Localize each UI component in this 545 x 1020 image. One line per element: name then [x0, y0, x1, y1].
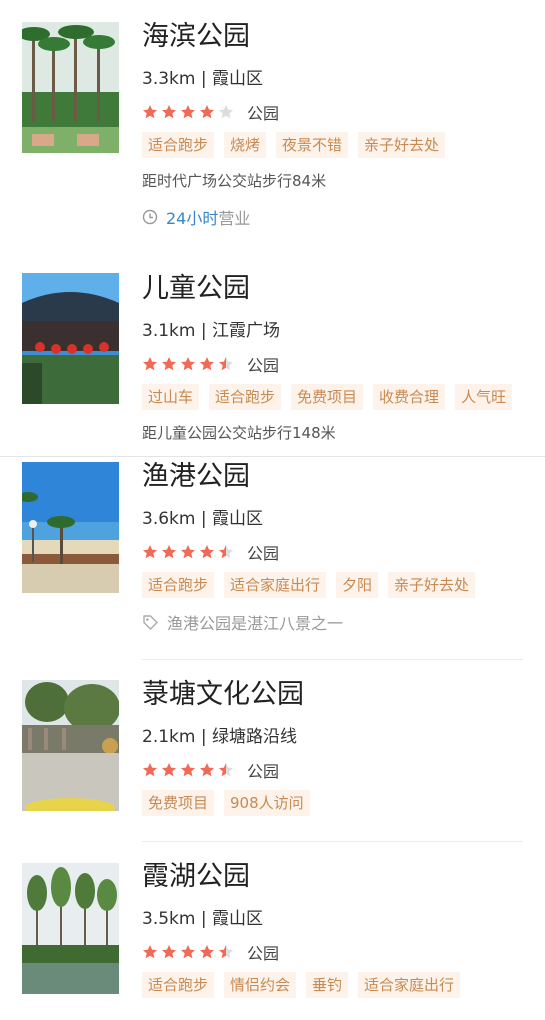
tag: 烧烤 — [224, 132, 267, 158]
tag-list: 免费项目 908人访问 — [142, 790, 533, 816]
star-icon — [219, 105, 233, 119]
park-distance-area: 3.1km | 江霞广场 — [142, 321, 280, 341]
park-distance-area: 3.3km | 霞山区 — [142, 69, 263, 89]
star-rating — [142, 762, 237, 778]
park-name[interactable]: 海滨公园 — [142, 20, 533, 54]
park-distance-area: 3.6km | 霞山区 — [142, 509, 263, 529]
park-name[interactable]: 菉塘文化公园 — [142, 678, 533, 712]
transit-note: 距时代广场公交站步行84米 — [142, 172, 327, 190]
park-category: 公园 — [247, 356, 280, 375]
star-icon — [200, 545, 214, 559]
tag-list: 适合跑步 烧烤 夜景不错 亲子好去处 — [142, 132, 533, 158]
tag-list: 过山车 适合跑步 免费项目 收费合理 人气旺 — [142, 384, 533, 410]
star-icon — [219, 763, 233, 777]
tag: 夕阳 — [336, 572, 379, 598]
hours-suffix: 营业 — [218, 209, 251, 228]
star-rating — [142, 356, 237, 372]
tag-icon — [143, 614, 158, 630]
star-icon — [181, 763, 195, 777]
park-name[interactable]: 霞湖公园 — [142, 860, 533, 894]
tag: 收费合理 — [373, 384, 446, 410]
park-category: 公园 — [247, 944, 280, 963]
park-name[interactable]: 儿童公园 — [142, 272, 533, 306]
tag: 人气旺 — [455, 384, 513, 410]
tag: 免费项目 — [291, 384, 364, 410]
park-category: 公园 — [247, 104, 280, 123]
star-icon — [143, 545, 157, 559]
tag-list: 适合跑步 情侣约会 垂钓 适合家庭出行 — [142, 972, 533, 998]
card-divider — [142, 659, 523, 660]
star-icon — [143, 105, 157, 119]
card-divider — [142, 841, 523, 842]
tag: 适合跑步 — [209, 384, 282, 410]
star-icon — [181, 105, 195, 119]
tag: 适合跑步 — [142, 972, 215, 998]
park-distance-area: 2.1km | 绿塘路沿线 — [142, 727, 297, 747]
star-icon — [162, 945, 176, 959]
park-distance-area: 3.5km | 霞山区 — [142, 909, 263, 929]
park-photo[interactable] — [22, 680, 119, 811]
star-icon — [162, 763, 176, 777]
park-photo[interactable] — [22, 863, 119, 994]
star-icon — [219, 945, 233, 959]
star-icon — [181, 545, 195, 559]
star-icon — [181, 945, 195, 959]
star-rating — [142, 944, 237, 960]
opening-hours: 24小时 营业 — [142, 205, 533, 229]
tag: 夜景不错 — [276, 132, 349, 158]
star-icon — [200, 945, 214, 959]
tag-list: 适合跑步 适合家庭出行 夕阳 亲子好去处 — [142, 572, 533, 598]
section-divider — [0, 456, 545, 457]
star-icon — [143, 763, 157, 777]
star-icon — [162, 357, 176, 371]
star-icon — [200, 105, 214, 119]
clock-icon — [142, 209, 158, 225]
tag: 亲子好去处 — [358, 132, 446, 158]
star-icon — [162, 545, 176, 559]
tag: 免费项目 — [142, 790, 215, 816]
tag: 情侣约会 — [224, 972, 297, 998]
star-icon — [219, 357, 233, 371]
star-icon — [200, 763, 214, 777]
star-icon — [181, 357, 195, 371]
tag: 亲子好去处 — [388, 572, 476, 598]
park-category: 公园 — [247, 762, 280, 781]
park-name[interactable]: 渔港公园 — [142, 460, 533, 494]
star-icon — [143, 357, 157, 371]
star-rating — [142, 104, 237, 120]
transit-note: 距儿童公园公交站步行148米 — [142, 424, 336, 442]
tag: 过山车 — [142, 384, 200, 410]
tag: 适合跑步 — [142, 132, 215, 158]
tag: 适合跑步 — [142, 572, 215, 598]
park-intro: 渔港公园是湛江八景之一 — [142, 610, 533, 634]
park-photo[interactable] — [22, 462, 119, 593]
park-intro-text: 渔港公园是湛江八景之一 — [167, 614, 344, 633]
park-photo[interactable] — [22, 22, 119, 153]
star-rating — [142, 544, 237, 560]
star-icon — [200, 357, 214, 371]
park-category: 公园 — [247, 544, 280, 563]
park-photo[interactable] — [22, 273, 119, 404]
star-icon — [143, 945, 157, 959]
tag: 适合家庭出行 — [358, 972, 461, 998]
tag: 垂钓 — [306, 972, 349, 998]
tag: 适合家庭出行 — [224, 572, 327, 598]
tag: 908人访问 — [224, 790, 310, 816]
star-icon — [219, 545, 233, 559]
hours-highlight: 24小时 — [166, 209, 219, 228]
star-icon — [162, 105, 176, 119]
